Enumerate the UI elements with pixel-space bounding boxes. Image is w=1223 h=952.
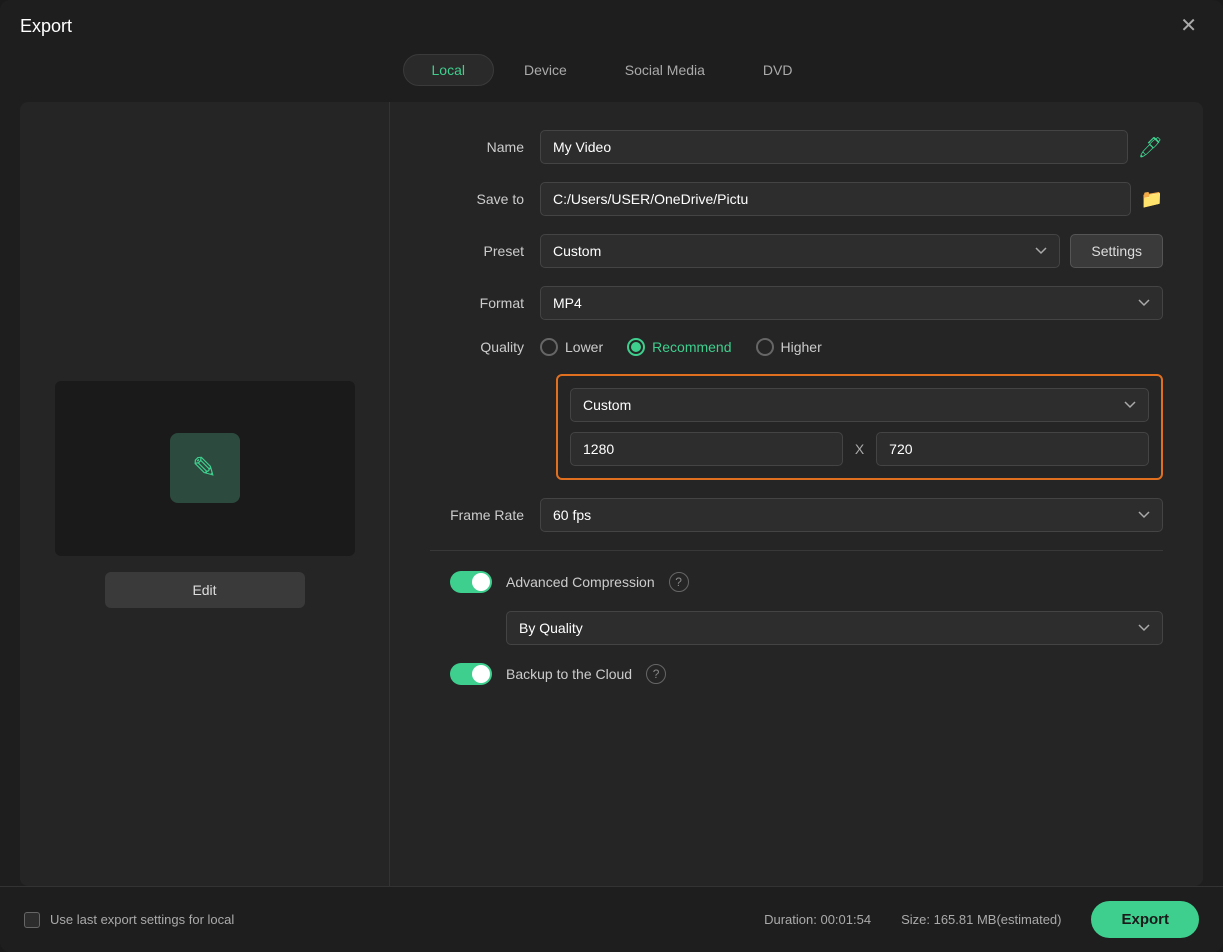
framerate-control: 24 fps 30 fps 60 fps 120 fps [540,498,1163,532]
export-dialog: Export ✕ Local Device Social Media DVD ✎… [0,0,1223,952]
resolution-inputs-row: X [570,432,1149,466]
format-control: MP4 AVI MOV MKV GIF [540,286,1163,320]
cloud-help-icon[interactable]: ? [646,664,666,684]
advanced-compression-row: Advanced Compression ? [450,571,1163,593]
export-button[interactable]: Export [1091,901,1199,938]
ai-icon[interactable]: 🖊 [1138,135,1163,160]
resolution-x-separator: X [855,441,864,457]
right-panel: Name 🖊 Save to 📁 Preset Cust [390,102,1203,886]
compression-help-icon[interactable]: ? [669,572,689,592]
name-label: Name [430,139,540,155]
edit-pencil-icon: ✎ [192,451,217,486]
saveto-control: 📁 [540,182,1163,216]
left-panel: ✎ Edit [20,102,390,886]
folder-icon[interactable]: 📁 [1141,189,1163,210]
settings-button[interactable]: Settings [1070,234,1163,268]
cloud-toggle[interactable] [450,663,492,685]
framerate-row: Frame Rate 24 fps 30 fps 60 fps 120 fps [430,498,1163,532]
quality-higher-label: Higher [781,339,822,355]
saveto-input[interactable] [540,182,1131,216]
name-input[interactable] [540,130,1128,164]
resolution-select[interactable]: Custom 1920x1080 1280x720 854x480 [570,388,1149,422]
quality-higher-option[interactable]: Higher [756,338,822,356]
quality-recommend-option[interactable]: Recommend [627,338,731,356]
format-row: Format MP4 AVI MOV MKV GIF [430,286,1163,320]
tab-dvd[interactable]: DVD [735,54,821,86]
dialog-title: Export [20,16,72,37]
format-label: Format [430,295,540,311]
close-button[interactable]: ✕ [1174,14,1203,38]
saveto-row: Save to 📁 [430,182,1163,216]
quality-lower-option[interactable]: Lower [540,338,603,356]
bottom-right: Duration: 00:01:54 Size: 165.81 MB(estim… [764,901,1199,938]
compression-select-row: By Quality By Size [506,611,1163,645]
name-row: Name 🖊 [430,130,1163,164]
tab-local[interactable]: Local [403,54,494,86]
resolution-width-input[interactable] [570,432,843,466]
section-divider [430,550,1163,551]
cloud-backup-row: Backup to the Cloud ? [450,663,1163,685]
preset-select[interactable]: Custom High Quality Low Quality [540,234,1060,268]
preset-row: Preset Custom High Quality Low Quality S… [430,234,1163,268]
preview-box: ✎ [55,381,355,556]
resolution-section: Custom 1920x1080 1280x720 854x480 X [556,374,1163,480]
quality-lower-radio[interactable] [540,338,558,356]
duration-text: Duration: 00:01:54 [764,912,871,927]
resolution-height-input[interactable] [876,432,1149,466]
cloud-toggle-knob [472,665,490,683]
quality-higher-radio[interactable] [756,338,774,356]
preview-icon-wrapper: ✎ [170,433,240,503]
use-last-checkbox[interactable] [24,912,40,928]
quality-label: Quality [430,339,540,355]
tabs-row: Local Device Social Media DVD [0,48,1223,102]
resolution-dropdown-row: Custom 1920x1080 1280x720 854x480 [570,388,1149,422]
radio-inner-dot [631,342,641,352]
compression-toggle[interactable] [450,571,492,593]
use-last-label: Use last export settings for local [50,912,234,927]
framerate-select[interactable]: 24 fps 30 fps 60 fps 120 fps [540,498,1163,532]
bottom-bar: Use last export settings for local Durat… [0,886,1223,952]
saveto-label: Save to [430,191,540,207]
preset-control: Custom High Quality Low Quality Settings [540,234,1163,268]
quality-lower-label: Lower [565,339,603,355]
tab-social-media[interactable]: Social Media [597,54,733,86]
quality-recommend-label: Recommend [652,339,731,355]
tab-device[interactable]: Device [496,54,595,86]
framerate-label: Frame Rate [430,507,540,523]
size-text: Size: 165.81 MB(estimated) [901,912,1061,927]
preset-label: Preset [430,243,540,259]
quality-row: Quality Lower Recommend Higher [430,338,1163,356]
use-last-settings: Use last export settings for local [24,912,234,928]
name-control: 🖊 [540,130,1163,164]
format-select[interactable]: MP4 AVI MOV MKV GIF [540,286,1163,320]
main-content: ✎ Edit Name 🖊 Save to 📁 [20,102,1203,886]
cloud-label: Backup to the Cloud [506,666,632,682]
quality-recommend-radio[interactable] [627,338,645,356]
compression-label: Advanced Compression [506,574,655,590]
title-bar: Export ✕ [0,0,1223,48]
compression-mode-select[interactable]: By Quality By Size [506,611,1163,645]
quality-control: Lower Recommend Higher [540,338,1163,356]
compression-toggle-knob [472,573,490,591]
edit-button[interactable]: Edit [105,572,305,608]
